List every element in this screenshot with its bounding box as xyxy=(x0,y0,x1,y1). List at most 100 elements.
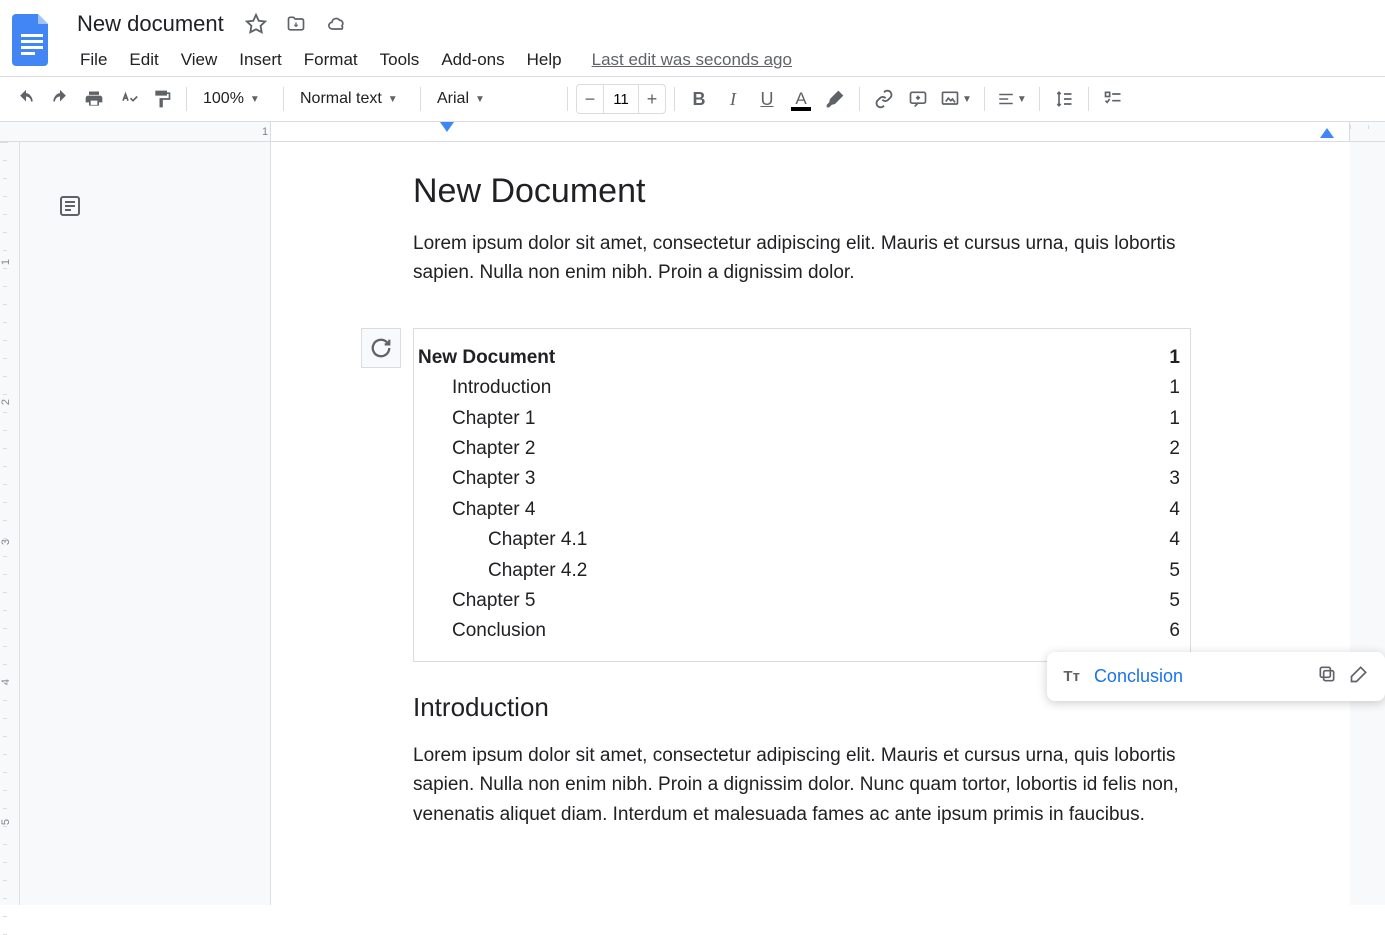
toc-entry-label: Chapter 2 xyxy=(452,434,535,464)
text-style-icon: Tᴛ xyxy=(1063,668,1080,685)
docs-logo[interactable] xyxy=(12,14,52,66)
undo-button[interactable] xyxy=(10,83,42,115)
horizontal-ruler[interactable]: 1123456 xyxy=(0,122,1385,142)
toc-entry-page: 1 xyxy=(1169,373,1180,403)
align-button[interactable]: ▼ xyxy=(993,83,1031,115)
menu-view[interactable]: View xyxy=(171,44,228,76)
toc-entry[interactable]: Chapter 5 5 xyxy=(414,586,1190,616)
font-size-control: − + xyxy=(576,84,666,114)
chevron-down-icon: ▼ xyxy=(250,94,260,105)
underline-button[interactable]: U xyxy=(751,83,783,115)
separator xyxy=(283,87,284,111)
separator xyxy=(1039,87,1040,111)
font-size-input[interactable] xyxy=(603,85,639,113)
separator xyxy=(984,87,985,111)
separator xyxy=(1088,87,1089,111)
toc-entry-page: 1 xyxy=(1169,343,1180,373)
font-size-increase-button[interactable]: + xyxy=(639,85,665,113)
table-of-contents[interactable]: New Document1Introduction1Chapter 11Chap… xyxy=(413,328,1191,662)
toc-entry[interactable]: Introduction1 xyxy=(414,373,1190,403)
indent-marker-left[interactable] xyxy=(440,122,454,134)
separator xyxy=(674,87,675,111)
checklist-button[interactable] xyxy=(1097,83,1129,115)
link-target-text[interactable]: Conclusion xyxy=(1094,666,1183,687)
toc-entry[interactable]: Chapter 3 3 xyxy=(414,464,1190,494)
toc-entry-page: 3 xyxy=(1169,464,1180,494)
spellcheck-button[interactable] xyxy=(112,83,144,115)
document-title-input[interactable]: New document xyxy=(70,8,231,40)
move-to-folder-icon[interactable] xyxy=(281,10,311,38)
add-comment-button[interactable] xyxy=(902,83,934,115)
toc-entry-label: Conclusion xyxy=(452,616,546,646)
document-page[interactable]: New Document Lorem ipsum dolor sit amet,… xyxy=(270,142,1350,905)
chevron-down-icon: ▼ xyxy=(388,94,398,105)
toc-entry-page: 2 xyxy=(1169,434,1180,464)
toc-entry[interactable]: Chapter 4 4 xyxy=(414,495,1190,525)
paragraph-style-select[interactable]: Normal text▼ xyxy=(292,83,412,115)
app-header: New document File Edit View Insert Forma… xyxy=(0,0,1385,77)
redo-button[interactable] xyxy=(44,83,76,115)
toc-entry[interactable]: New Document 1 xyxy=(414,343,1190,373)
last-edit-link[interactable]: Last edit was seconds ago xyxy=(592,50,792,70)
toc-entry[interactable]: Chapter 1 1 xyxy=(414,404,1190,434)
menu-tools[interactable]: Tools xyxy=(370,44,430,76)
cloud-status-icon[interactable] xyxy=(321,10,353,38)
toc-entry-page: 4 xyxy=(1169,495,1180,525)
toc-entry-label: Chapter 3 xyxy=(452,464,535,494)
toc-entry-page: 6 xyxy=(1169,616,1180,646)
toc-entry-page: 4 xyxy=(1169,525,1180,555)
link-preview-popup: Tᴛ Conclusion xyxy=(1047,652,1385,701)
bold-button[interactable]: B xyxy=(683,83,715,115)
copy-link-icon[interactable] xyxy=(1317,664,1337,689)
chevron-down-icon: ▼ xyxy=(962,94,972,105)
italic-button[interactable]: I xyxy=(717,83,749,115)
separator xyxy=(859,87,860,111)
menu-bar: File Edit View Insert Format Tools Add-o… xyxy=(70,44,1373,76)
print-button[interactable] xyxy=(78,83,110,115)
chevron-down-icon: ▼ xyxy=(475,94,485,105)
document-paragraph[interactable]: Lorem ipsum dolor sit amet, consectetur … xyxy=(413,741,1191,829)
font-family-select[interactable]: Arial▼ xyxy=(429,83,559,115)
line-spacing-button[interactable] xyxy=(1048,83,1080,115)
chevron-down-icon: ▼ xyxy=(1017,94,1027,105)
outline-panel xyxy=(20,142,120,905)
document-heading-title[interactable]: New Document xyxy=(413,172,1191,211)
edit-link-icon[interactable] xyxy=(1349,664,1369,689)
menu-addons[interactable]: Add-ons xyxy=(431,44,514,76)
font-size-decrease-button[interactable]: − xyxy=(577,85,603,113)
menu-edit[interactable]: Edit xyxy=(119,44,168,76)
separator xyxy=(420,87,421,111)
highlight-color-button[interactable] xyxy=(819,83,851,115)
outline-toggle-icon[interactable] xyxy=(58,194,82,905)
separator xyxy=(567,87,568,111)
zoom-select[interactable]: 100%▼ xyxy=(195,83,275,115)
toc-entry[interactable]: Chapter 4.1 4 xyxy=(414,525,1190,555)
toc-entry[interactable]: Chapter 2 2 xyxy=(414,434,1190,464)
workspace: 12345 New Document Lorem ipsum dolor sit… xyxy=(0,142,1385,905)
toc-entry-page: 5 xyxy=(1169,586,1180,616)
text-color-button[interactable]: A xyxy=(785,83,817,115)
toc-entry-label: New Document xyxy=(418,343,555,373)
toc-entry-page: 5 xyxy=(1169,556,1180,586)
page-area: New Document Lorem ipsum dolor sit amet,… xyxy=(120,142,1385,905)
document-paragraph[interactable]: Lorem ipsum dolor sit amet, consectetur … xyxy=(413,229,1191,288)
separator xyxy=(186,87,187,111)
toc-entry[interactable]: Chapter 4.25 xyxy=(414,556,1190,586)
toc-entry[interactable]: Conclusion 6 xyxy=(414,616,1190,646)
insert-link-button[interactable] xyxy=(868,83,900,115)
menu-format[interactable]: Format xyxy=(294,44,368,76)
menu-file[interactable]: File xyxy=(70,44,117,76)
toc-entry-label: Chapter 1 xyxy=(452,404,535,434)
insert-image-button[interactable]: ▼ xyxy=(936,83,976,115)
toc-entry-label: Chapter 4.1 xyxy=(488,525,587,555)
toc-entry-label: Chapter 5 xyxy=(452,586,535,616)
menu-help[interactable]: Help xyxy=(517,44,572,76)
toc-entry-label: Chapter 4 xyxy=(452,495,535,525)
toc-refresh-button[interactable] xyxy=(361,328,401,368)
indent-marker-right[interactable] xyxy=(1320,128,1334,140)
vertical-ruler[interactable]: 12345 xyxy=(0,142,20,905)
paint-format-button[interactable] xyxy=(146,83,178,115)
menu-insert[interactable]: Insert xyxy=(229,44,292,76)
star-icon[interactable] xyxy=(241,9,271,39)
toc-entry-page: 1 xyxy=(1169,404,1180,434)
